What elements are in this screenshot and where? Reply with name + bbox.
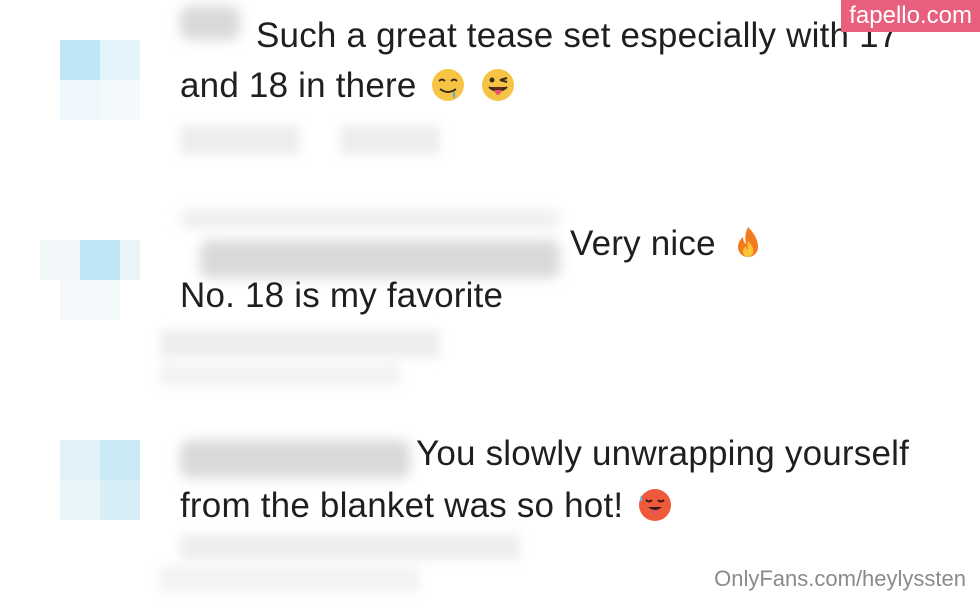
- watermark-badge[interactable]: fapello.com: [841, 0, 980, 32]
- avatar-pixel: [100, 440, 140, 480]
- avatar-pixel: [40, 240, 80, 280]
- username-redacted[interactable]: [200, 240, 560, 278]
- drooling-face-icon: [432, 69, 465, 101]
- comment-meta-redacted: [160, 330, 520, 390]
- username-redacted[interactable]: [180, 6, 240, 40]
- winking-face-with-tongue-icon: [482, 69, 515, 101]
- source-watermark: OnlyFans.com/heylyssten: [714, 566, 966, 591]
- comment-text: Very nice: [570, 224, 716, 263]
- comment-text: Such a great tease set especially with 1…: [256, 16, 899, 55]
- comment-text-line-1: Very nice: [570, 222, 766, 266]
- hot-face-icon: [639, 489, 672, 521]
- comment-text: from the blanket was so hot!: [180, 486, 624, 525]
- comment-text-line-1: You slowly unwrapping yourself: [416, 432, 909, 476]
- avatar-pixel: [120, 240, 140, 280]
- avatar[interactable]: [40, 200, 140, 320]
- avatar-pixel: [60, 280, 120, 320]
- avatar-pixel: [100, 80, 140, 120]
- comment-text: You slowly unwrapping yourself: [416, 434, 910, 473]
- avatar-pixel: [60, 80, 100, 120]
- comment-text: and 18 in there: [180, 66, 417, 105]
- avatar-pixel: [100, 40, 140, 80]
- username-redacted[interactable]: [180, 440, 410, 478]
- avatar[interactable]: [40, 20, 140, 120]
- comment-text-line-2: and 18 in there: [180, 64, 516, 108]
- avatar[interactable]: [40, 420, 140, 520]
- username-redacted[interactable]: [180, 210, 560, 228]
- avatar-pixel: [60, 440, 100, 480]
- comment-text-line-2: No. 18 is my favorite: [180, 274, 503, 318]
- avatar-pixel: [60, 40, 100, 80]
- comment-text: No. 18 is my favorite: [180, 276, 504, 315]
- comment-text-line-1: Such a great tease set especially with 1…: [256, 14, 898, 58]
- avatar-pixel: [60, 480, 100, 520]
- avatar-pixel: [100, 480, 140, 520]
- avatar-pixel: [80, 240, 120, 280]
- comment-meta-redacted: [160, 530, 560, 600]
- fire-icon: [737, 227, 758, 257]
- comment-meta-redacted: [180, 120, 500, 160]
- comment-text-line-2: from the blanket was so hot!: [180, 484, 673, 528]
